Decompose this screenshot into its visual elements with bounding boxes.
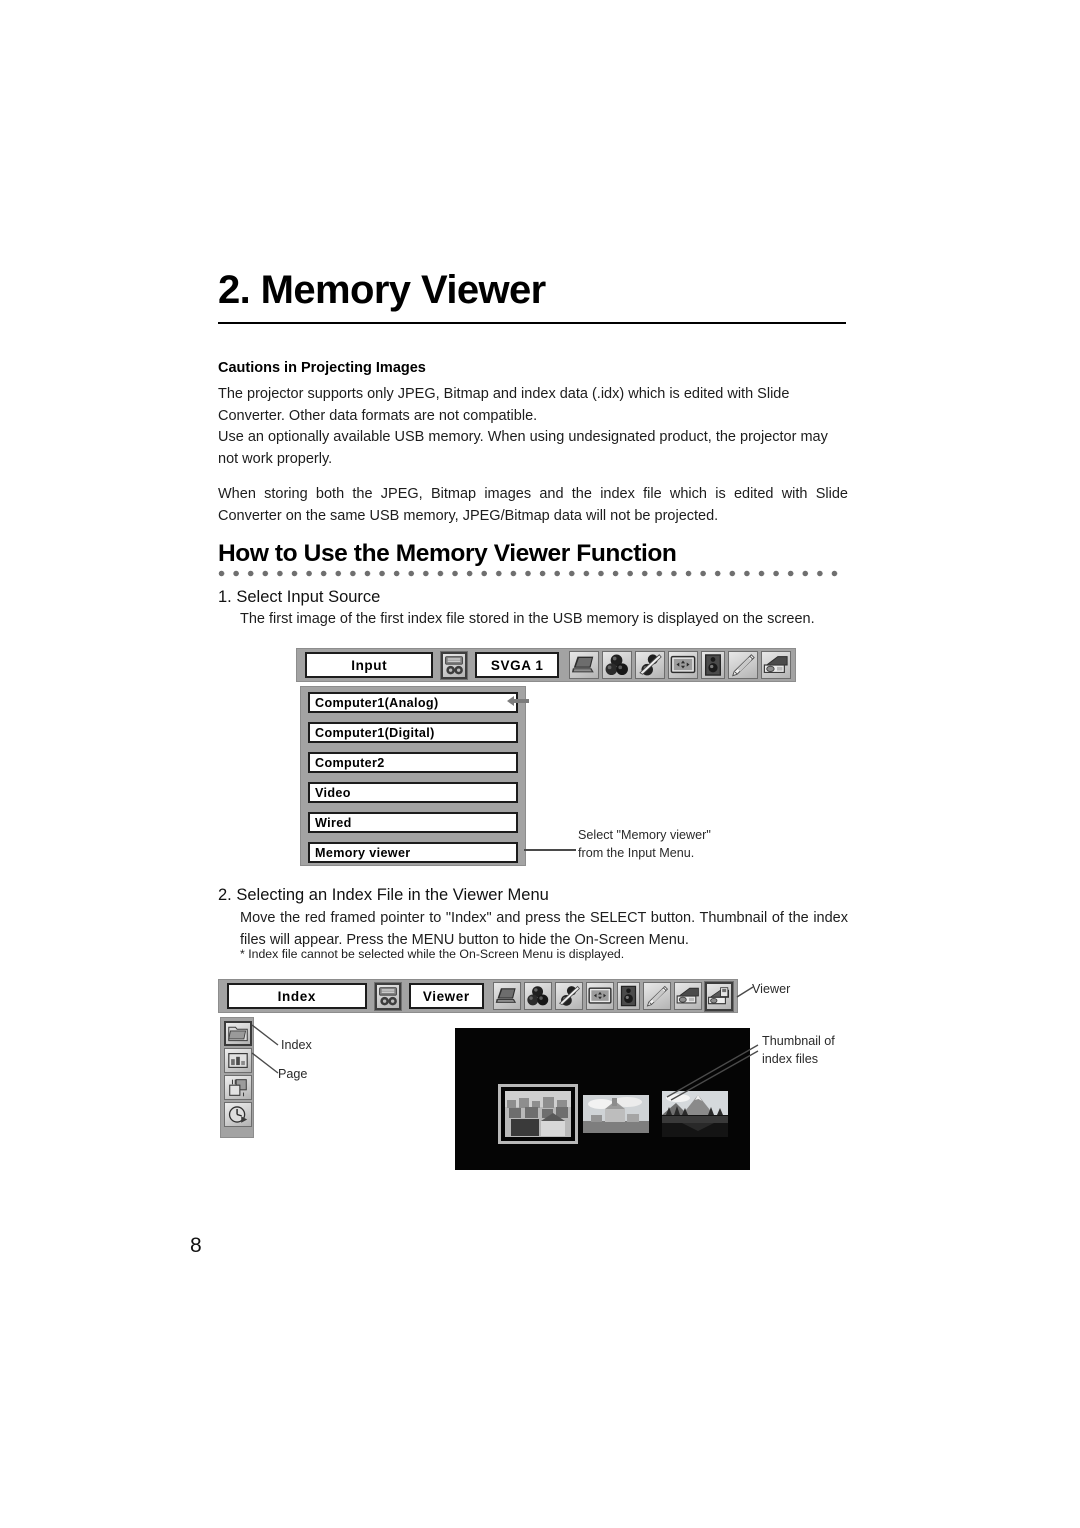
- viewer-icon[interactable]: [705, 981, 733, 1011]
- input-menu-mode-field[interactable]: SVGA 1: [475, 652, 559, 678]
- thumbnail-callout-line2: index files: [762, 1052, 819, 1066]
- setting-icon[interactable]: [643, 982, 671, 1010]
- image-adjust-icon[interactable]: [555, 982, 583, 1010]
- page-callout: Page: [278, 1067, 308, 1081]
- viewer-callout: Viewer: [752, 982, 791, 996]
- step-1-heading: 1. Select Input Source: [218, 588, 381, 606]
- timer-icon[interactable]: [224, 1102, 252, 1127]
- slide-transition-icon[interactable]: [224, 1075, 252, 1100]
- viewer-menu-mode-field[interactable]: Viewer: [408, 983, 484, 1009]
- input-item-computer2[interactable]: Computer2: [308, 752, 518, 773]
- computer-icon[interactable]: [569, 651, 599, 679]
- screen-icon[interactable]: [668, 651, 698, 679]
- color-adjust-icon[interactable]: [524, 982, 552, 1010]
- input-item-wired[interactable]: Wired: [308, 812, 518, 833]
- input-osd-menubar: Input SVGA 1: [296, 648, 796, 682]
- selection-pointer-icon: [507, 696, 529, 706]
- input-item-computer1-digital[interactable]: Computer1(Digital): [308, 722, 518, 743]
- thumbnail-callout-line1: Thumbnail of: [762, 1034, 835, 1048]
- memory-viewer-callout-line2: from the Input Menu.: [578, 846, 695, 860]
- memory-viewer-leader-line: [524, 849, 576, 851]
- color-adjust-icon[interactable]: [602, 651, 632, 679]
- thumbnail-leader-line: [666, 1044, 759, 1101]
- page-title: 2. Memory Viewer: [218, 268, 546, 312]
- network-icon[interactable]: [674, 982, 702, 1010]
- page-icon[interactable]: [224, 1048, 252, 1073]
- thumbnail-village[interactable]: [498, 1084, 578, 1144]
- cautions-paragraph-1: The projector supports only JPEG, Bitmap…: [218, 386, 790, 424]
- page-leader-line: [251, 1052, 279, 1074]
- thumbnail-callout: Thumbnail of index files: [762, 1032, 902, 1068]
- step-2-body: Move the red framed pointer to "Index" a…: [240, 910, 848, 948]
- sound-icon[interactable]: [617, 982, 640, 1010]
- network-icon[interactable]: [761, 651, 791, 679]
- memory-viewer-callout-line1: Select "Memory viewer": [578, 828, 711, 842]
- viewer-sidebar: [220, 1017, 254, 1138]
- step-1-body: The first image of the first index file …: [240, 611, 815, 627]
- section-dotted-rule: [218, 570, 846, 577]
- index-callout: Index: [281, 1038, 312, 1052]
- page-number: 8: [190, 1234, 202, 1257]
- step-2-heading: 2. Selecting an Index File in the Viewer…: [218, 886, 549, 904]
- index-leader-line: [251, 1024, 279, 1046]
- thumbnail-castle[interactable]: [583, 1095, 649, 1133]
- memory-viewer-callout: Select "Memory viewer" from the Input Me…: [578, 826, 778, 862]
- computer-icon[interactable]: [493, 982, 521, 1010]
- system-icon[interactable]: [441, 651, 468, 679]
- setting-icon[interactable]: [728, 651, 758, 679]
- index-icon[interactable]: [224, 1021, 252, 1046]
- input-item-memory-viewer[interactable]: Memory viewer: [308, 842, 518, 863]
- input-menu-title-field[interactable]: Input: [305, 652, 434, 678]
- input-item-computer1-analog[interactable]: Computer1(Analog): [308, 692, 518, 713]
- title-rule: [218, 322, 846, 324]
- input-source-list: Computer1(Analog) Computer1(Digital) Com…: [300, 686, 526, 866]
- section-heading: How to Use the Memory Viewer Function: [218, 540, 677, 567]
- step-2-footnote: * Index file cannot be selected while th…: [240, 947, 625, 961]
- viewer-osd-menubar: Index Viewer: [218, 979, 738, 1013]
- cautions-paragraph-3: When storing both the JPEG, Bitmap image…: [218, 486, 848, 524]
- image-adjust-icon[interactable]: [635, 651, 665, 679]
- sound-icon[interactable]: [701, 651, 725, 679]
- cautions-paragraph-2: Use an optionally available USB memory. …: [218, 429, 828, 467]
- viewer-menu-title-field[interactable]: Index: [227, 983, 367, 1009]
- input-item-video[interactable]: Video: [308, 782, 518, 803]
- system-icon[interactable]: [374, 982, 401, 1010]
- screen-icon[interactable]: [586, 982, 614, 1010]
- cautions-heading: Cautions in Projecting Images: [218, 360, 426, 376]
- document-page: 2. Memory Viewer Cautions in Projecting …: [0, 0, 1080, 1528]
